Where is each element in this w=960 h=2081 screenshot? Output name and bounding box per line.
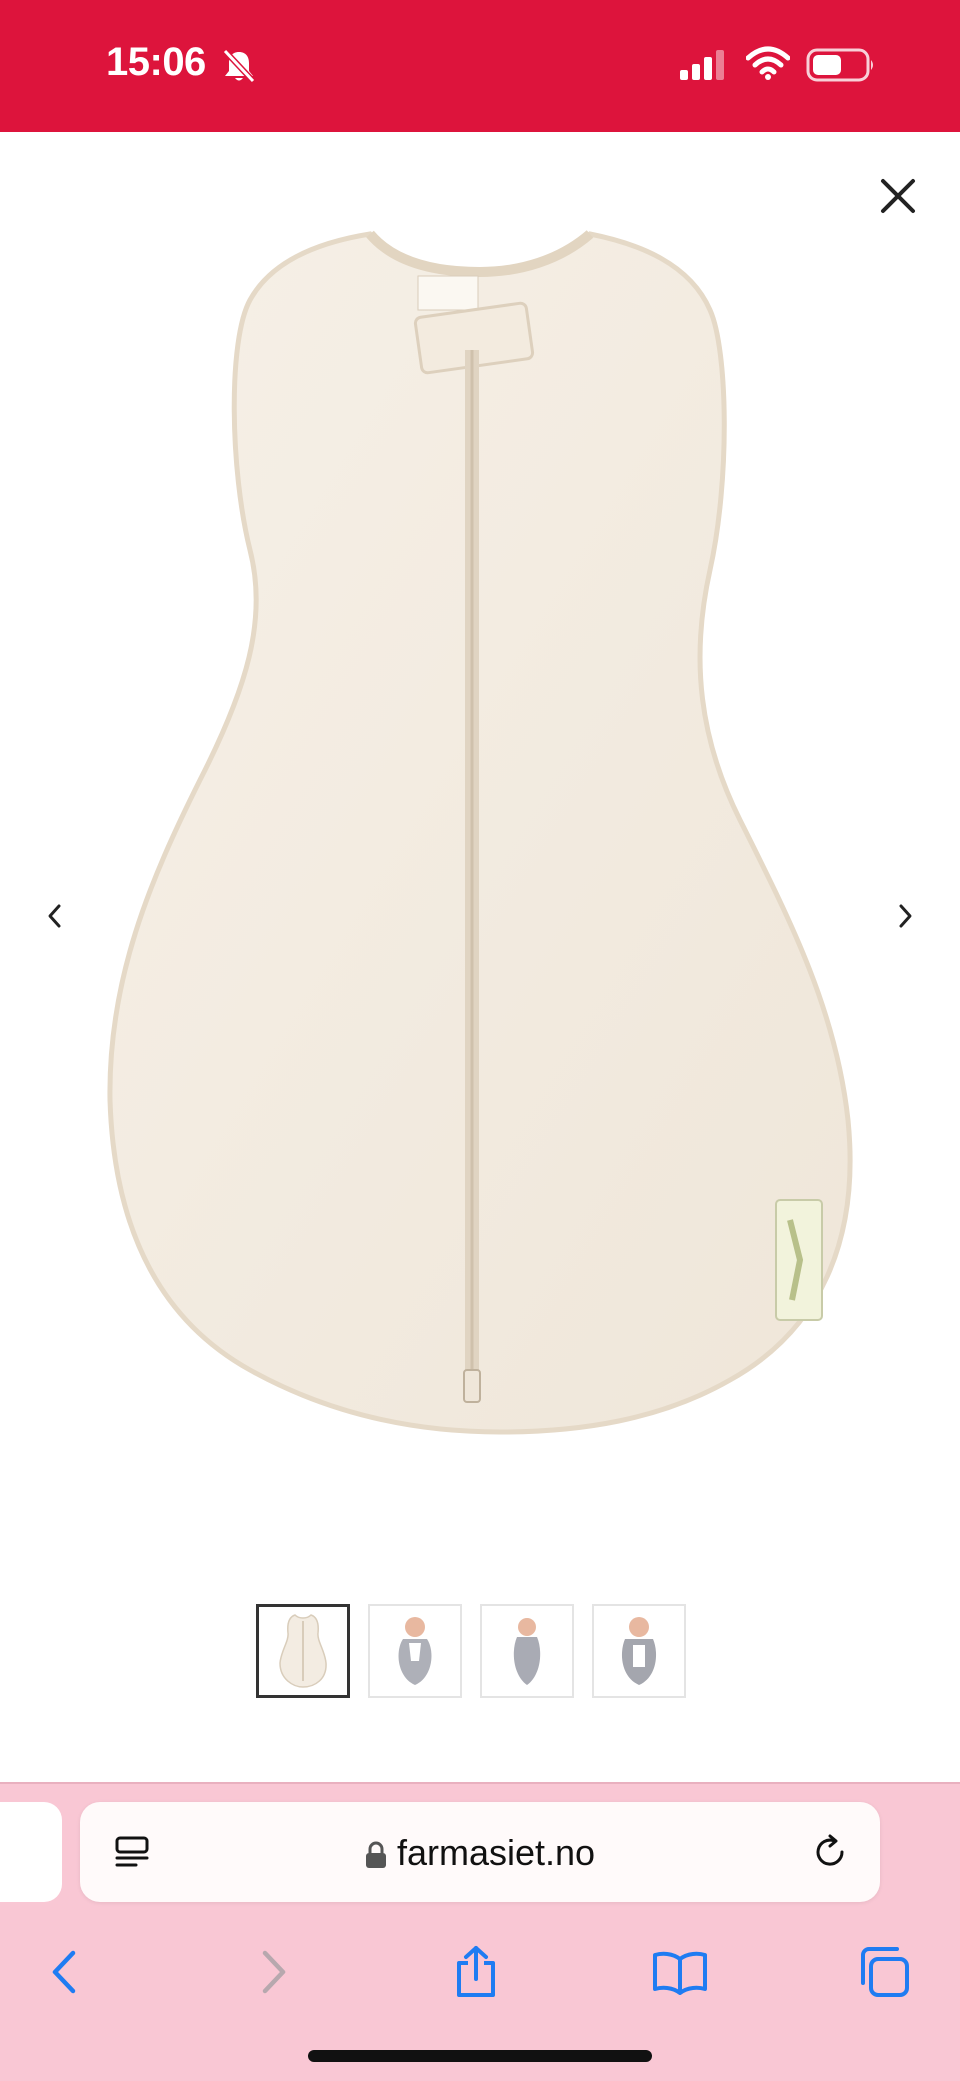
tabs-icon xyxy=(861,1947,909,1997)
share-button[interactable] xyxy=(436,1932,516,2012)
home-indicator[interactable] xyxy=(308,2050,652,2062)
chevron-right-icon xyxy=(899,904,912,928)
forward-button[interactable] xyxy=(234,1932,314,2012)
close-button[interactable] xyxy=(870,168,926,224)
baby-swaddle-thumbnail-image xyxy=(513,1618,541,1685)
previous-tab-preview[interactable] xyxy=(0,1802,62,1902)
reload-icon[interactable] xyxy=(810,1832,850,1877)
lock-icon xyxy=(365,1842,386,1869)
battery-icon xyxy=(806,48,876,87)
url-display: farmasiet.no xyxy=(80,1832,880,1874)
baby-swaddle-thumbnail-image xyxy=(398,1617,432,1685)
url-text: farmasiet.no xyxy=(396,1832,596,1873)
wifi-icon xyxy=(745,46,791,85)
previous-image-button[interactable] xyxy=(32,886,76,946)
baby-swaddle-thumbnail-image xyxy=(621,1617,657,1685)
back-button[interactable] xyxy=(24,1932,104,2012)
status-time: 15:06 xyxy=(106,40,206,84)
status-bar: 15:06 xyxy=(0,0,960,132)
close-icon xyxy=(881,179,915,213)
thumbnail-swaddle-front[interactable] xyxy=(256,1604,350,1698)
thumbnail-baby-swaddle-2[interactable] xyxy=(480,1604,574,1698)
swaddle-thumbnail-image xyxy=(279,1614,327,1688)
chevron-left-icon xyxy=(48,904,61,928)
cellular-signal-icon xyxy=(680,50,728,85)
bookmarks-icon xyxy=(653,1951,707,1995)
share-icon xyxy=(457,1946,495,1997)
thumbnail-strip xyxy=(256,1604,686,1698)
thumbnail-baby-swaddle-3[interactable] xyxy=(592,1604,686,1698)
forward-icon xyxy=(262,1950,286,1994)
product-image-swaddle xyxy=(107,230,853,1435)
next-image-button[interactable] xyxy=(884,886,928,946)
bookmarks-button[interactable] xyxy=(640,1932,720,2012)
thumbnail-baby-swaddle-1[interactable] xyxy=(368,1604,462,1698)
browser-toolbar: farmasiet.no xyxy=(0,1782,960,2081)
tabs-button[interactable] xyxy=(844,1932,924,2012)
back-icon xyxy=(52,1950,76,1994)
bell-slash-icon xyxy=(222,48,256,89)
address-bar[interactable]: farmasiet.no xyxy=(80,1802,880,1902)
